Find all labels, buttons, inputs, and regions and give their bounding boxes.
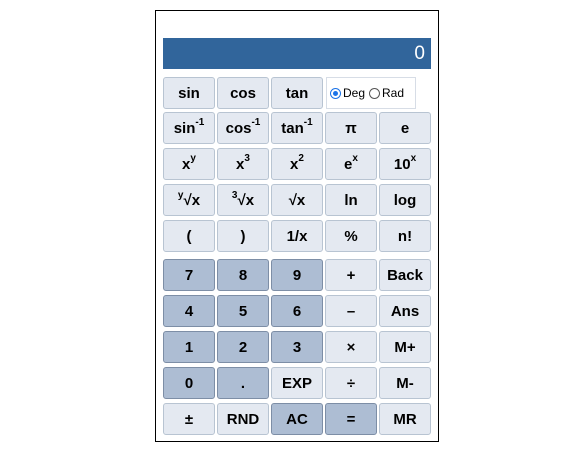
exp-e-base: e [344,155,353,173]
cube-root-button[interactable]: 3 √x [217,184,269,216]
power-base: x [182,155,191,173]
open-paren-button[interactable]: ( [163,220,215,252]
deg-radio[interactable] [330,87,341,99]
close-paren-button[interactable]: ) [217,220,269,252]
power-button[interactable]: xy [163,148,215,180]
reciprocal-button[interactable]: 1/x [271,220,323,252]
equals-button[interactable]: = [325,403,377,435]
cube-root-label: √x [237,191,255,209]
digit-4-button[interactable]: 4 [163,295,215,327]
rad-label: Rad [382,86,405,100]
arccos-button[interactable]: cos -1 [217,112,269,144]
square-button[interactable]: x2 [271,148,323,180]
digit-2-button[interactable]: 2 [217,331,269,363]
nth-root-label: √x [183,191,201,209]
square-base: x [290,155,299,173]
cube-button[interactable]: x3 [217,148,269,180]
minus-button[interactable]: – [325,295,377,327]
divide-button[interactable]: ÷ [325,367,377,399]
tan-button[interactable]: tan [271,77,323,109]
digit-1-button[interactable]: 1 [163,331,215,363]
angle-mode-selector: Deg Rad [326,77,416,109]
log-button[interactable]: log [379,184,431,216]
result-display: 0 [163,38,431,69]
sign-toggle-button[interactable]: ± [163,403,215,435]
memory-recall-button[interactable]: MR [379,403,431,435]
nth-root-button[interactable]: y √x [163,184,215,216]
digit-3-button[interactable]: 3 [271,331,323,363]
percent-button[interactable]: % [325,220,377,252]
digit-9-button[interactable]: 9 [271,259,323,291]
factorial-button[interactable]: n! [379,220,431,252]
memory-minus-button[interactable]: M- [379,367,431,399]
nth-root-index: y [177,189,184,201]
cube-base: x [236,155,245,173]
display-value: 0 [414,42,425,64]
digit-0-button[interactable]: 0 [163,367,215,399]
rad-radio[interactable] [369,87,381,99]
calculator: 0 sin cos tan Deg Rad sin -1 cos -1 tan -1 … [155,10,439,442]
digit-6-button[interactable]: 6 [271,295,323,327]
plus-button[interactable]: + [325,259,377,291]
digit-5-button[interactable]: 5 [217,295,269,327]
ans-button[interactable]: Ans [379,295,431,327]
random-button[interactable]: RND [217,403,269,435]
digit-7-button[interactable]: 7 [163,259,215,291]
cube-root-index: 3 [231,189,238,201]
arctan-label: tan [281,119,304,137]
pi-button[interactable]: π [325,112,377,144]
deg-label: Deg [343,86,366,100]
digit-8-button[interactable]: 8 [217,259,269,291]
memory-plus-button[interactable]: M+ [379,331,431,363]
ln-button[interactable]: ln [325,184,377,216]
arctan-button[interactable]: tan -1 [271,112,323,144]
deg-option[interactable]: Deg [330,86,365,100]
all-clear-button[interactable]: AC [271,403,323,435]
decimal-button[interactable]: . [217,367,269,399]
exp-e-button[interactable]: ex [325,148,377,180]
sin-button[interactable]: sin [163,77,215,109]
cos-button[interactable]: cos [217,77,269,109]
multiply-button[interactable]: × [325,331,377,363]
ten-power-button[interactable]: 10 x [379,148,431,180]
arcsin-button[interactable]: sin -1 [163,112,215,144]
arccos-label: cos [225,119,252,137]
back-button[interactable]: Back [379,259,431,291]
sqrt-button[interactable]: √x [271,184,323,216]
rad-option[interactable]: Rad [369,86,404,100]
exp-button[interactable]: EXP [271,367,323,399]
e-button[interactable]: e [379,112,431,144]
arcsin-label: sin [173,119,196,137]
ten-power-base: 10 [393,155,411,173]
